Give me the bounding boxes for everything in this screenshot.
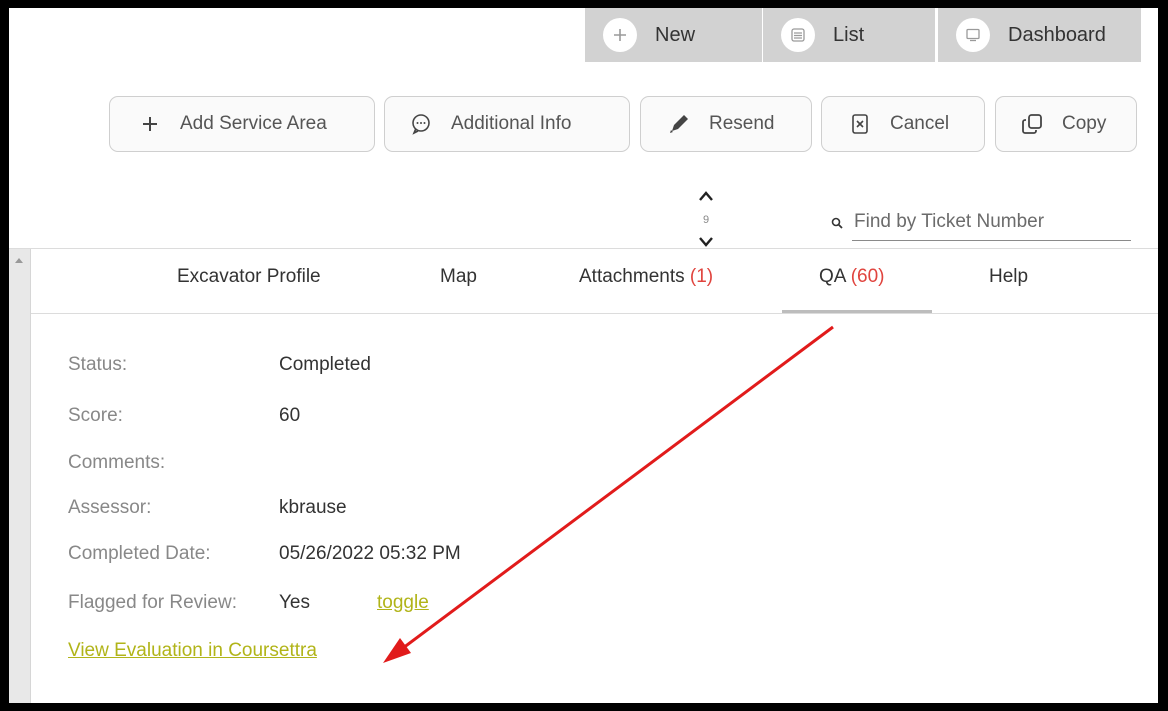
cancel-label: Cancel (890, 113, 950, 134)
chat-bubble-icon (407, 110, 435, 138)
tab-attachments[interactable]: Attachments (1) (579, 266, 713, 288)
additional-info-button[interactable]: Additional Info (384, 96, 630, 152)
tab-attachments-count: (1) (689, 266, 714, 287)
pencil-icon (665, 110, 693, 138)
add-service-area-label: Add Service Area (180, 113, 327, 134)
divider (9, 248, 1158, 249)
status-label: Status: (68, 354, 128, 375)
tab-map[interactable]: Map (440, 266, 477, 288)
app-window: New List Dashboard Add Service Area Addi… (0, 0, 1168, 711)
copy-label: Copy (1062, 113, 1107, 134)
add-service-area-button[interactable]: Add Service Area (109, 96, 375, 152)
assessor-value: kbrause (279, 497, 347, 518)
additional-info-label: Additional Info (451, 113, 572, 134)
status-value: Completed (279, 354, 371, 375)
assessor-label: Assessor: (68, 497, 152, 518)
chevron-up-icon[interactable] (694, 188, 718, 209)
search-input[interactable] (852, 204, 1131, 241)
scrollbar[interactable] (9, 249, 31, 703)
nav-dashboard-label: Dashboard (1008, 23, 1106, 46)
nav-dashboard-button[interactable]: Dashboard (938, 8, 1141, 62)
tab-qa-label: QA (819, 266, 851, 287)
list-icon (781, 18, 815, 52)
tab-attachments-label: Attachments (579, 266, 690, 287)
flagged-label: Flagged for Review: (68, 592, 237, 613)
scroll-up-arrow-icon[interactable] (15, 258, 23, 263)
nav-list-label: List (833, 23, 865, 46)
nav-list-button[interactable]: List (763, 8, 935, 62)
chevron-down-icon[interactable] (694, 234, 718, 255)
copy-icon (1018, 110, 1046, 138)
plus-icon (136, 110, 164, 138)
copy-button[interactable]: Copy (995, 96, 1137, 152)
nav-new-button[interactable]: New (585, 8, 762, 62)
tab-qa[interactable]: QA (60) (819, 266, 884, 288)
nav-new-label: New (655, 23, 696, 46)
flagged-value: Yes (279, 592, 310, 613)
cancel-button[interactable]: Cancel (821, 96, 985, 152)
monitor-icon (956, 18, 990, 52)
cancel-document-icon (846, 110, 874, 138)
completed-date-label: Completed Date: (68, 543, 211, 564)
tab-qa-count: (60) (850, 266, 885, 287)
resend-label: Resend (709, 113, 775, 134)
tab-excavator-profile[interactable]: Excavator Profile (177, 266, 321, 288)
comments-label: Comments: (68, 452, 166, 473)
score-value: 60 (279, 405, 301, 426)
view-evaluation-link[interactable]: View Evaluation in Coursettra (68, 640, 317, 662)
tab-help[interactable]: Help (989, 266, 1028, 288)
score-label: Score: (68, 405, 123, 426)
search-icon (831, 216, 843, 234)
toggle-link[interactable]: toggle (377, 592, 429, 614)
resend-button[interactable]: Resend (640, 96, 812, 152)
ticket-counter: 9 (702, 214, 710, 226)
divider (31, 313, 1158, 314)
plus-icon (603, 18, 637, 52)
completed-date-value: 05/26/2022 05:32 PM (279, 543, 461, 564)
